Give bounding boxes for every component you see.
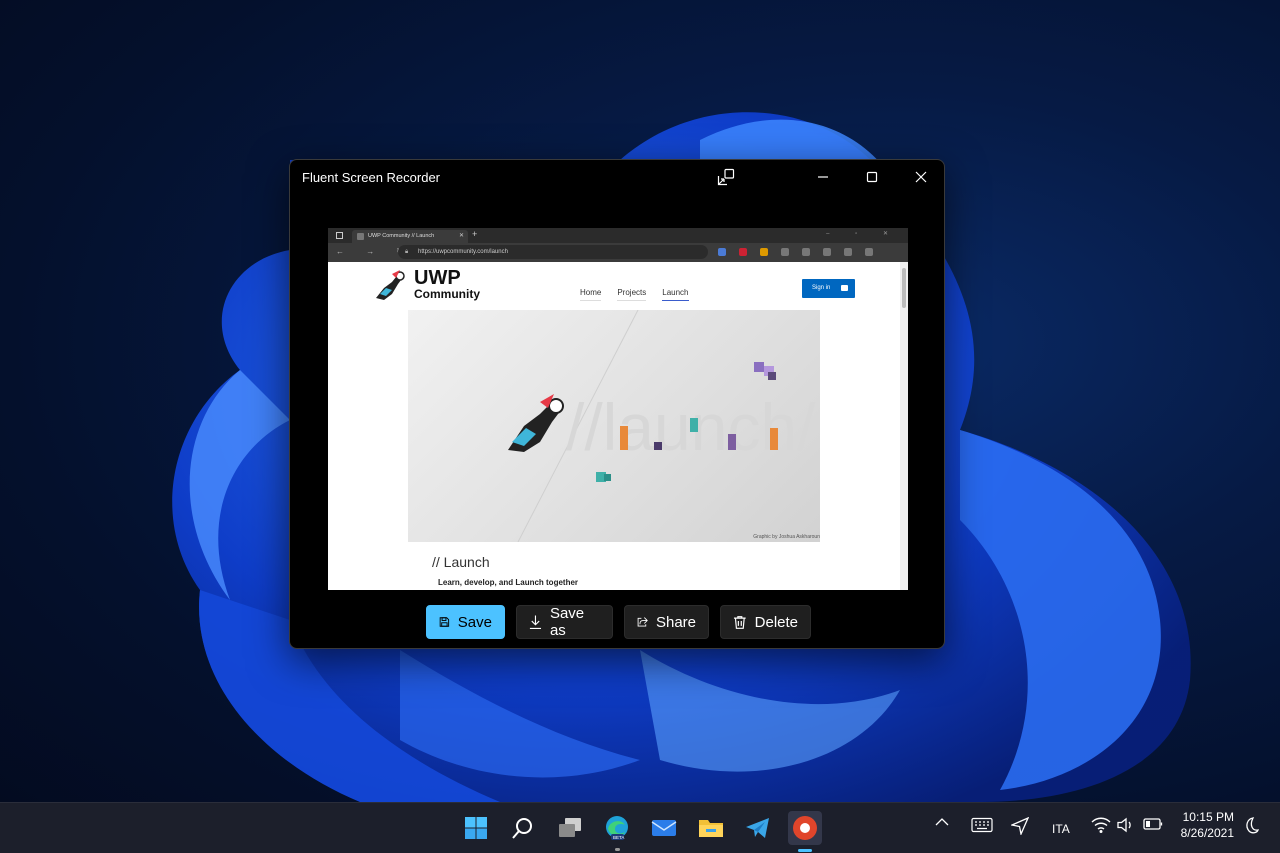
signin-label: Sign in [812,285,831,291]
site-nav-projects: Projects [617,288,647,301]
save-icon [439,617,450,627]
wifi-icon [1091,817,1111,833]
delete-label: Delete [754,613,798,631]
launch-heading: // Launch [432,554,490,570]
telegram-button[interactable] [741,811,775,845]
tab-close-icon: ✕ [458,233,464,239]
share-button[interactable]: Share [624,605,709,639]
edge-beta-icon: BETA [606,816,628,840]
start-icon [465,817,487,839]
task-view-button[interactable] [553,811,587,845]
compact-overlay-icon [717,168,735,186]
delete-button[interactable]: Delete [720,605,811,639]
taskbar-clock[interactable]: 10:15 PM 8/26/2021 [1174,809,1234,841]
launch-subheading: Learn, develop, and Launch together [438,578,579,587]
compact-overlay-button[interactable] [714,166,738,188]
volume-icon [1117,817,1131,833]
clock-date: 8/26/2021 [1180,826,1234,840]
lock-icon: 🔒︎ [405,249,409,255]
focus-assist-button[interactable] [1243,817,1259,835]
uwp-community-logo-icon [376,270,405,300]
recorder-window: Fluent Screen Recorder UWP Community // … [289,159,945,649]
site-nav-home: Home [580,288,602,301]
volume-button[interactable] [1117,817,1135,833]
active-app-indicator [798,849,812,852]
touch-keyboard-button[interactable] [971,817,993,833]
show-hidden-icons-button[interactable] [935,817,949,827]
launch-banner: //launch/ Graphic by Joshua Askharoun [408,310,820,542]
location-arrow-icon [1011,817,1029,835]
network-button[interactable] [1091,817,1111,833]
share-icon [637,617,648,627]
close-icon [915,171,927,183]
clock-time: 10:15 PM [1182,810,1234,824]
file-explorer-icon [699,820,723,837]
edge-running-indicator [615,848,620,851]
banner-credit: Graphic by Joshua Askharoun [753,534,820,540]
site-nav: Home Projects Launch [580,288,689,301]
screen-recorder-button[interactable] [788,811,822,845]
new-tab-icon: + [472,229,478,239]
mail-icon [651,820,677,836]
maximize-button[interactable] [860,166,884,188]
battery-button[interactable] [1143,817,1163,831]
file-explorer-button[interactable] [694,811,728,845]
taskbar: BETA ITA [0,802,1280,853]
svg-text:BETA: BETA [613,835,624,840]
minimize-icon [818,176,828,178]
keyboard-icon [971,817,993,833]
save-as-label: Save as [549,605,585,639]
favicon-icon [357,233,364,240]
close-button[interactable] [909,166,933,188]
screen-recorder-icon [793,816,817,840]
browser-tab-title: UWP Community // Launch [368,233,435,239]
website-page: UWP Community Home Projects Launch Sign … [328,262,908,590]
maximize-icon [866,171,878,183]
browser-window-controls: – ▫ ✕ [826,231,900,237]
site-nav-launch: Launch [662,288,689,301]
launch-mascot-icon [508,394,564,452]
trash-icon [733,615,746,629]
save-button[interactable]: Save [426,605,505,639]
window-title: Fluent Screen Recorder [302,170,441,185]
browser-scrollbar [900,262,908,590]
save-label: Save [457,613,492,631]
browser-address-bar: ← → ↻ 🔒︎ https://uwpcommunity.com/launch [328,243,908,262]
chevron-up-icon [935,818,949,826]
launch-banner-graphic: //launch/ [508,310,816,542]
battery-icon [1143,818,1163,830]
browser-url-text: https://uwpcommunity.com/launch [418,249,508,255]
search-button[interactable] [506,811,540,845]
download-icon [529,615,542,630]
browser-extensions [718,248,873,256]
start-button[interactable] [459,811,493,845]
tab-actions-icon [336,232,343,239]
minimize-button[interactable] [811,166,835,188]
mail-button[interactable] [647,811,681,845]
edge-beta-button[interactable]: BETA [600,811,634,845]
save-as-button[interactable]: Save as [516,605,613,639]
discord-icon [841,285,848,291]
location-button[interactable] [1011,817,1029,835]
share-label: Share [655,613,696,631]
moon-icon [1246,817,1259,834]
browser-tab-strip: UWP Community // Launch ✕ + – ▫ ✕ [328,228,908,243]
task-view-icon [559,818,581,837]
logo-text-community: Community [414,287,480,301]
site-signin-button: Sign in [802,279,855,298]
browser-url: 🔒︎ https://uwpcommunity.com/launch [398,245,708,259]
input-language[interactable]: ITA [1052,822,1070,836]
recording-preview[interactable]: UWP Community // Launch ✕ + – ▫ ✕ ← → ↻ … [328,228,908,590]
search-icon [512,818,532,839]
telegram-icon [746,818,769,838]
title-bar[interactable]: Fluent Screen Recorder [290,160,944,194]
browser-tab: UWP Community // Launch ✕ [352,230,468,243]
